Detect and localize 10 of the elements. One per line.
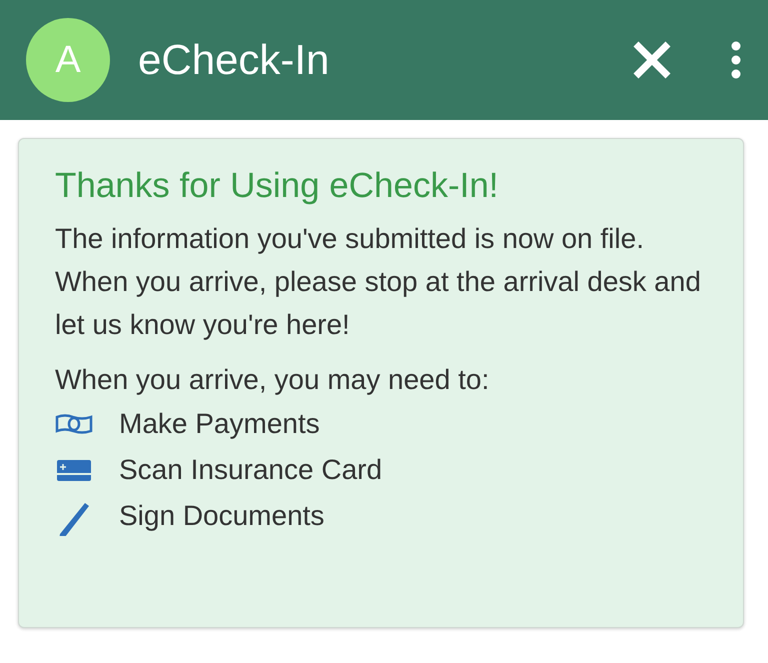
app-title: eCheck-In [138,36,330,84]
more-button[interactable] [730,40,742,80]
list-intro: When you arrive, you may need to: [55,363,490,397]
close-button[interactable] [632,40,672,80]
card-heading: Thanks for Using eCheck-In! [55,165,500,207]
task-label: Scan Insurance Card [119,454,382,486]
task-label: Sign Documents [119,500,324,532]
message-text: The information you've submitted is now on file. When you arrive, please stop at the arrival desk and let us know you're here! [55,222,702,342]
task-label: Make Payments [119,408,320,440]
avatar[interactable]: A [26,18,110,102]
